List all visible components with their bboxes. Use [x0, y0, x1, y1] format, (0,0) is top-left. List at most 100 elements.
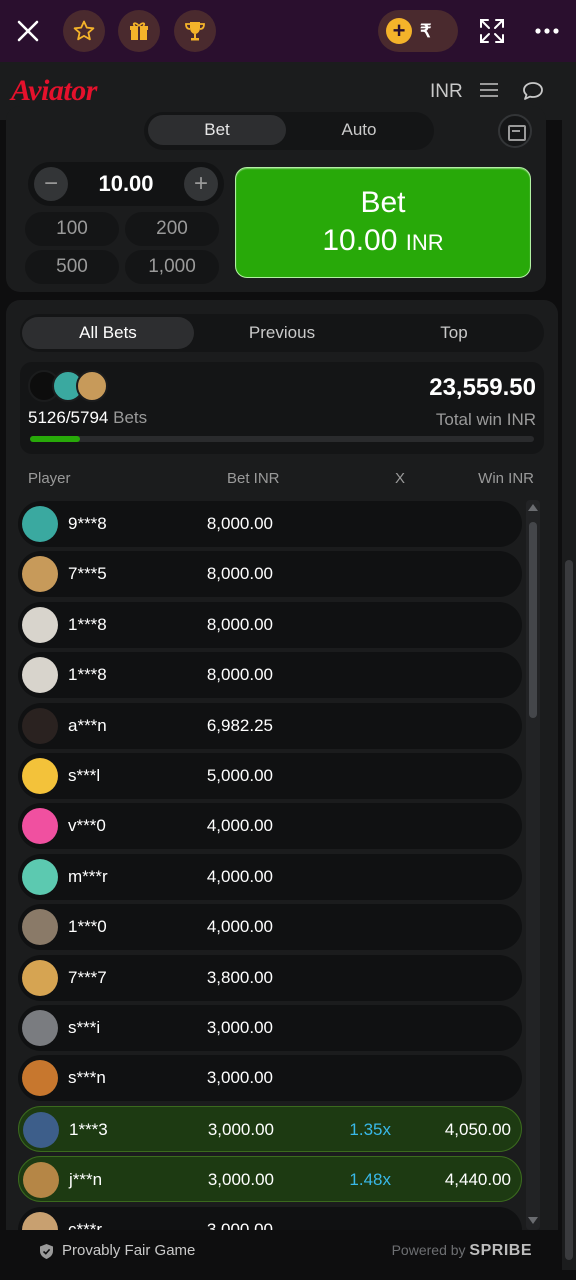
total-win-value: 23,559.50	[429, 374, 536, 401]
gift-icon	[130, 22, 148, 40]
tab-auto[interactable]: Auto	[294, 115, 424, 145]
plus-icon: +	[386, 18, 412, 44]
bet-button-amount: 10.00	[322, 224, 398, 257]
table-row: 1***8 8,000.00	[18, 601, 522, 648]
player-name: 1***8	[68, 614, 107, 634]
table-row: 9***8 8,000.00	[18, 501, 522, 547]
bet-amount: 3,000.00	[206, 1018, 273, 1037]
wallet-deposit-button[interactable]: + ₹	[378, 10, 458, 52]
bet-amount: 3,000.00	[207, 1170, 274, 1190]
star-icon	[73, 20, 95, 41]
close-icon[interactable]	[14, 17, 42, 45]
col-bet: Bet INR	[227, 470, 280, 487]
table-row: 1***3 3,000.00 1.35x 4,050.00	[18, 1105, 522, 1152]
bets-tabs: All Bets Previous Top	[20, 314, 544, 352]
chat-icon[interactable]	[522, 80, 544, 102]
bet-count-label: Bets	[113, 408, 148, 427]
powered-by: Powered by SPRIBE	[392, 1242, 532, 1260]
avatar	[22, 556, 58, 593]
player-name: m***r	[68, 866, 108, 886]
bet-amount: 5,000.00	[206, 766, 273, 785]
bet-panel: Bet Auto − 10.00 + 100 200 500 1,000 Bet…	[6, 106, 546, 292]
place-bet-button[interactable]: Bet 10.00 INR	[235, 167, 531, 278]
player-name: 7***5	[68, 564, 107, 584]
decrease-amount-button[interactable]: −	[34, 167, 68, 201]
bets-panel: All Bets Previous Top 5126/5794 Bets 23,…	[6, 300, 558, 1270]
bet-amount: 8,000.00	[206, 564, 273, 584]
bet-button-amount-line: 10.00 INR	[236, 224, 530, 258]
player-name: s***i	[68, 1018, 101, 1037]
avatar	[22, 506, 58, 542]
col-multiplier: X	[395, 470, 406, 487]
player-name: s***n	[68, 1068, 106, 1088]
bets-scrollbar[interactable]	[526, 500, 540, 1230]
quick-amount-200[interactable]: 200	[125, 212, 219, 246]
avatar	[22, 858, 58, 895]
more-icon[interactable]	[532, 18, 562, 44]
table-row: m***r 4,000.00	[18, 853, 522, 900]
player-name: j***n	[69, 1170, 103, 1190]
win-amount: 4,440.00	[444, 1170, 511, 1190]
tab-all-bets[interactable]: All Bets	[22, 317, 194, 349]
tab-bet[interactable]: Bet	[148, 115, 286, 145]
bets-progress-bar	[30, 436, 534, 442]
table-row: s***n 3,000.00	[18, 1055, 522, 1102]
quick-amount-1000[interactable]: 1,000	[125, 250, 219, 284]
player-name: 9***8	[68, 514, 107, 533]
trophy-button[interactable]	[174, 10, 216, 52]
expand-icon[interactable]	[478, 17, 506, 45]
currency-label[interactable]: INR	[430, 81, 463, 103]
shield-icon	[40, 1244, 53, 1259]
trophy-icon	[185, 22, 205, 41]
app-top-bar: + ₹	[0, 0, 576, 62]
table-row: 7***5 8,000.00	[18, 551, 522, 598]
favorite-button[interactable]	[63, 10, 105, 52]
player-name: 1***3	[69, 1119, 108, 1139]
avatar	[23, 1162, 59, 1199]
table-row: s***i 3,000.00	[18, 1005, 522, 1051]
tab-previous[interactable]: Previous	[196, 317, 368, 349]
bet-amount-input[interactable]: 10.00	[74, 162, 178, 206]
bet-amount: 3,000.00	[207, 1119, 274, 1139]
provider-brand: SPRIBE	[469, 1242, 532, 1259]
player-name: s***l	[68, 766, 101, 785]
avatar	[22, 606, 58, 643]
bet-amount: 3,800.00	[206, 967, 273, 987]
avatar	[22, 909, 58, 946]
provably-fair-link[interactable]: Provably Fair Game	[62, 1242, 195, 1259]
bet-mode-tabs: Bet Auto	[144, 112, 434, 150]
bet-amount: 3,000.00	[206, 1068, 273, 1088]
bets-scroll-thumb[interactable]	[529, 522, 537, 718]
increase-amount-button[interactable]: +	[184, 167, 218, 201]
player-name: 1***0	[68, 917, 107, 937]
page-scroll-thumb[interactable]	[565, 560, 573, 1260]
bet-button-currency: INR	[405, 230, 444, 255]
multiplier: 1.35x	[349, 1119, 391, 1139]
table-row: a***n 6,982.25	[18, 702, 522, 749]
bet-amount: 4,000.00	[206, 866, 273, 886]
scroll-up-arrow-icon[interactable]	[528, 504, 538, 511]
quick-amount-100[interactable]: 100	[25, 212, 119, 246]
player-name: a***n	[68, 715, 107, 735]
scroll-down-arrow-icon[interactable]	[528, 1217, 538, 1224]
total-win-label: Total win INR	[435, 410, 536, 429]
avatar	[22, 1010, 58, 1046]
bet-amount: 6,982.25	[206, 715, 273, 735]
avatar	[22, 959, 58, 996]
win-amount: 4,050.00	[444, 1119, 511, 1139]
aviator-logo: Aviator	[11, 74, 97, 107]
menu-icon[interactable]	[480, 82, 498, 98]
powered-by-label: Powered by	[391, 1242, 466, 1258]
multiplier: 1.48x	[349, 1170, 391, 1190]
collapse-panel-button[interactable]	[498, 114, 532, 148]
avatar	[76, 370, 108, 402]
page-scrollbar[interactable]	[562, 120, 576, 1270]
bets-summary: 5126/5794 Bets 23,559.50 Total win INR	[20, 362, 544, 454]
bet-button-title: Bet	[360, 186, 406, 219]
tab-top[interactable]: Top	[368, 317, 540, 349]
bet-amount: 4,000.00	[206, 917, 273, 937]
gift-button[interactable]	[118, 10, 160, 52]
quick-amount-500[interactable]: 500	[25, 250, 119, 284]
player-name: v***0	[68, 816, 106, 836]
table-row: 1***0 4,000.00	[18, 904, 522, 951]
